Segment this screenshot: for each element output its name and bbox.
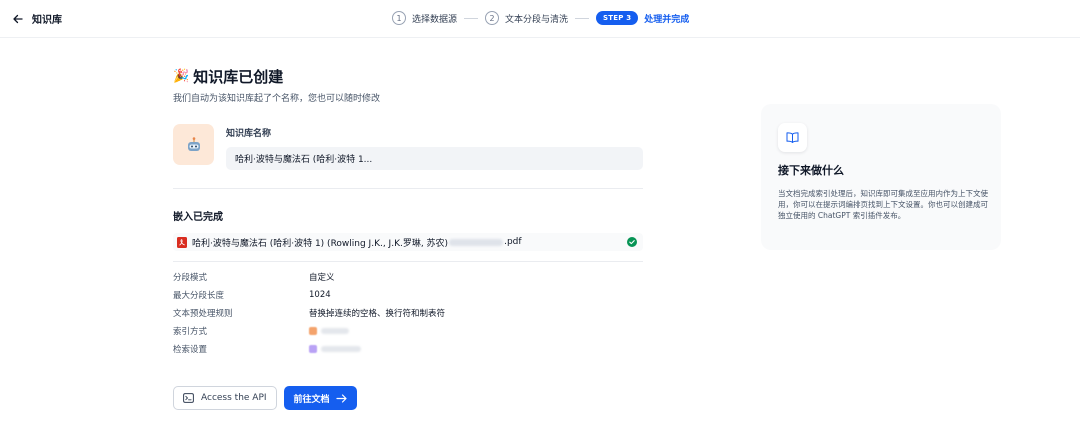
- next-steps-card: 接下来做什么 当文档完成索引处理后，知识库即可集成至应用内作为上下文使用，你可以…: [761, 104, 1001, 250]
- pdf-icon: [177, 236, 187, 248]
- file-name: 哈利·波特与魔法石 (哈利·波特 1) (Rowling J.K., J.K.罗…: [192, 238, 449, 249]
- step-2-label: 文本分段与清洗: [505, 14, 569, 25]
- created-title: 知识库已创建: [193, 68, 284, 86]
- redacted-text: [321, 328, 349, 334]
- settings-row: 文本预处理规则 替换掉连续的空格、换行符和制表符: [173, 304, 643, 322]
- settings-row: 检索设置: [173, 340, 643, 358]
- knowledge-base-icon[interactable]: [173, 124, 214, 165]
- setting-value: 替换掉连续的空格、换行符和制表符: [309, 309, 446, 319]
- book-open-icon-container: [778, 123, 807, 152]
- redacted-text: [321, 346, 361, 352]
- action-buttons: Access the API 前往文档: [173, 386, 643, 410]
- step-1: 1 选择数据源: [392, 11, 457, 25]
- setting-key: 文本预处理规则: [173, 309, 233, 319]
- page-title: 知识库: [32, 15, 62, 26]
- settings-row: 索引方式: [173, 322, 643, 340]
- divider: [173, 188, 643, 189]
- settings-row: 分段模式 自定义: [173, 268, 643, 286]
- check-circle-icon: [627, 237, 637, 247]
- file-extension: .pdf: [504, 237, 522, 247]
- name-column: 知识库名称 哈利·波特与魔法石 (哈利·波特 1...: [226, 124, 643, 170]
- retrieval-setting-icon: [309, 345, 317, 353]
- embedding-complete-title: 嵌入已完成: [173, 212, 223, 223]
- created-subtitle: 我们自动为该知识库起了个名称，您也可以随时修改: [173, 94, 381, 104]
- setting-value: 1024: [309, 290, 331, 300]
- robot-icon: [187, 136, 200, 151]
- retrieval-setting-value: [309, 345, 361, 353]
- knowledge-name-label: 知识库名称: [226, 129, 272, 139]
- step-1-label: 选择数据源: [412, 14, 458, 25]
- step-3-label: 处理并完成: [644, 14, 690, 25]
- title-row: 🎉 知识库已创建: [173, 66, 643, 87]
- next-steps-description: 当文档完成索引处理后，知识库即可集成至应用内作为上下文使用，你可以在提示词编排页…: [778, 189, 988, 220]
- knowledge-name-input[interactable]: 哈利·波特与魔法石 (哈利·波特 1...: [226, 147, 643, 170]
- main-content: 🎉 知识库已创建 我们自动为该知识库起了个名称，您也可以随时修改 知识库名称 哈…: [173, 66, 643, 410]
- access-api-label: Access the API: [201, 393, 267, 403]
- party-popper-icon: 🎉: [173, 69, 190, 84]
- index-method-value: [309, 327, 349, 335]
- go-to-document-label: 前往文档: [293, 394, 330, 405]
- setting-key: 最大分段长度: [173, 291, 225, 301]
- arrow-left-icon: [13, 14, 23, 23]
- back-button[interactable]: 知识库: [12, 11, 62, 26]
- go-to-document-button[interactable]: 前往文档: [283, 386, 357, 410]
- step-2: 2 文本分段与清洗: [485, 11, 568, 25]
- terminal-icon: [183, 393, 194, 403]
- book-open-icon: [786, 132, 799, 143]
- index-method-icon: [309, 327, 317, 335]
- arrow-right-icon: [335, 393, 347, 403]
- setting-key: 检索设置: [173, 345, 208, 355]
- step-3: STEP 3 处理并完成: [596, 11, 689, 25]
- access-api-button[interactable]: Access the API: [173, 386, 277, 410]
- settings-row: 最大分段长度 1024: [173, 286, 643, 304]
- step-divider: [464, 17, 479, 19]
- setting-value: 自定义: [309, 273, 335, 283]
- redacted-text: [449, 238, 504, 246]
- settings-list: 分段模式 自定义 最大分段长度 1024 文本预处理规则 替换掉连续的空格、换行…: [173, 268, 643, 358]
- divider: [173, 261, 643, 262]
- step-1-number: 1: [392, 11, 406, 25]
- top-bar: 知识库 1 选择数据源 2 文本分段与清洗 STEP 3 处理并完成: [0, 0, 1080, 38]
- step-2-number: 2: [485, 11, 500, 25]
- step-divider: [575, 17, 590, 19]
- step-3-badge: STEP 3: [596, 11, 639, 25]
- next-steps-title: 接下来做什么: [778, 164, 844, 177]
- setting-key: 索引方式: [173, 327, 208, 337]
- knowledge-name-block: 知识库名称 哈利·波特与魔法石 (哈利·波特 1...: [173, 124, 643, 170]
- stepper: 1 选择数据源 2 文本分段与清洗 STEP 3 处理并完成: [392, 11, 689, 25]
- file-item: 哈利·波特与魔法石 (哈利·波特 1) (Rowling J.K., J.K.罗…: [173, 233, 643, 251]
- setting-key: 分段模式: [173, 273, 208, 283]
